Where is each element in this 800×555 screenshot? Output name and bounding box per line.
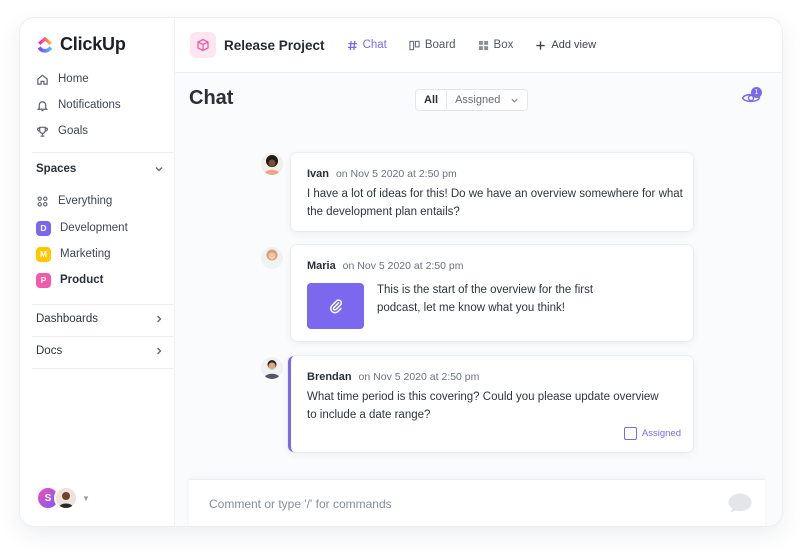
chat-bubble-icon[interactable] bbox=[727, 492, 753, 519]
sidebar-item-label: Goals bbox=[58, 125, 89, 137]
caret-down-icon: ▼ bbox=[82, 493, 90, 503]
sidebar-item-label: Development bbox=[60, 222, 128, 234]
divider bbox=[32, 304, 176, 305]
message-author: Brendan bbox=[307, 371, 352, 383]
sidebar: ClickUp Home Notifications Goals Spaces bbox=[20, 18, 176, 526]
project-title: Release Project bbox=[224, 37, 325, 53]
sidebar-item-label: Home bbox=[58, 73, 89, 85]
sidebar-item-goals[interactable]: Goals bbox=[36, 123, 88, 139]
filter-label: Assigned bbox=[455, 94, 501, 106]
checkbox-icon bbox=[623, 427, 637, 440]
tab-board[interactable]: Board bbox=[409, 39, 456, 51]
divider bbox=[32, 336, 176, 337]
person-icon bbox=[261, 247, 283, 269]
add-view-button[interactable]: Add view bbox=[535, 39, 596, 51]
attachment-thumbnail[interactable] bbox=[307, 283, 364, 329]
sidebar-item-label: Product bbox=[60, 274, 104, 286]
chevron-down-icon bbox=[155, 167, 163, 172]
chevron-down-icon bbox=[511, 98, 518, 103]
spaces-title: Spaces bbox=[36, 163, 77, 175]
sidebar-item-notifications[interactable]: Notifications bbox=[36, 97, 121, 113]
paperclip-icon bbox=[329, 299, 342, 314]
message-text: This is the start of the overview for th… bbox=[377, 284, 594, 314]
sidebar-item-label: Marketing bbox=[60, 248, 111, 260]
message-meta: Ivan on Nov 5 2020 at 2:50 pm bbox=[307, 168, 457, 180]
sidebar-item-label: Dashboards bbox=[36, 313, 99, 325]
plus-icon bbox=[536, 40, 545, 50]
space-badge: M bbox=[36, 246, 51, 262]
message-card[interactable]: Brendan on Nov 5 2020 at 2:50 pm What ti… bbox=[288, 356, 693, 452]
tab-label: Board bbox=[424, 39, 456, 51]
message-text: What time period is this covering? Could… bbox=[307, 391, 659, 421]
chevron-right-icon bbox=[157, 347, 162, 355]
tab-label: Chat bbox=[362, 39, 387, 51]
sidebar-item-everything[interactable]: Everything bbox=[36, 193, 112, 209]
message-time: on Nov 5 2020 at 2:50 pm bbox=[342, 260, 464, 272]
tab-box[interactable]: Box bbox=[478, 39, 514, 51]
message-card[interactable]: Maria on Nov 5 2020 at 2:50 pm This is t… bbox=[291, 245, 693, 341]
spaces-header[interactable]: Spaces bbox=[36, 163, 164, 175]
cube-icon bbox=[197, 38, 209, 52]
everything-icon bbox=[37, 195, 48, 207]
top-bar: Release Project Chat Board Box Add view bbox=[175, 18, 782, 73]
sidebar-item-dashboards[interactable]: Dashboards bbox=[36, 313, 164, 325]
watchers-button[interactable]: 1 bbox=[741, 87, 762, 110]
clickup-logo-icon bbox=[37, 36, 53, 53]
sidebar-item-product[interactable]: P Product bbox=[36, 272, 103, 288]
filter-assigned-dropdown[interactable]: Assigned bbox=[447, 90, 527, 110]
page-title: Chat bbox=[189, 87, 234, 109]
sidebar-item-docs[interactable]: Docs bbox=[36, 345, 164, 357]
hash-icon bbox=[347, 40, 357, 50]
person-icon bbox=[261, 357, 283, 379]
sidebar-item-home[interactable]: Home bbox=[36, 71, 89, 87]
space-badge: P bbox=[36, 272, 51, 288]
comment-box bbox=[189, 479, 765, 526]
bell-icon bbox=[36, 100, 49, 111]
avatar bbox=[261, 357, 283, 379]
divider bbox=[32, 368, 176, 369]
watchers-count-badge: 1 bbox=[751, 87, 762, 98]
message-card[interactable]: Ivan on Nov 5 2020 at 2:50 pm I have a l… bbox=[291, 153, 693, 231]
filter-all[interactable]: All bbox=[416, 90, 448, 110]
grid-icon bbox=[478, 40, 488, 50]
chevron-right-icon bbox=[157, 315, 162, 323]
avatar-photo bbox=[54, 486, 78, 510]
app-window: ClickUp Home Notifications Goals Spaces bbox=[20, 18, 782, 526]
assigned-label: Assigned bbox=[641, 428, 681, 439]
sidebar-item-label: Docs bbox=[36, 345, 63, 357]
chat-panel: Chat All Assigned 1 Ivan on Nov 5 2020 a… bbox=[175, 73, 782, 526]
person-icon bbox=[56, 488, 76, 508]
tab-label: Box bbox=[493, 39, 514, 51]
sidebar-item-development[interactable]: D Development bbox=[36, 220, 128, 236]
board-icon bbox=[409, 40, 420, 50]
person-icon bbox=[261, 153, 283, 175]
avatar bbox=[261, 247, 283, 269]
comment-input[interactable] bbox=[209, 480, 689, 526]
tab-chat[interactable]: Chat bbox=[347, 39, 387, 51]
message-meta: Brendan on Nov 5 2020 at 2:50 pm bbox=[307, 371, 479, 383]
home-icon bbox=[37, 74, 48, 85]
logo[interactable]: ClickUp bbox=[36, 34, 126, 55]
project-icon bbox=[190, 32, 216, 58]
trophy-icon bbox=[37, 126, 48, 137]
message-author: Ivan bbox=[307, 168, 330, 180]
divider bbox=[32, 152, 176, 153]
message-text: I have a lot of ideas for this! Do we ha… bbox=[307, 188, 683, 218]
user-menu[interactable]: S ▼ bbox=[36, 486, 90, 510]
assigned-checkbox[interactable]: Assigned bbox=[623, 427, 681, 440]
sidebar-item-label: Notifications bbox=[58, 99, 121, 111]
sidebar-item-label: Everything bbox=[58, 195, 113, 207]
avatar bbox=[261, 153, 283, 175]
message-author: Maria bbox=[307, 260, 336, 272]
message-time: on Nov 5 2020 at 2:50 pm bbox=[335, 168, 457, 180]
tab-label: Add view bbox=[551, 39, 597, 51]
space-badge: D bbox=[36, 220, 51, 236]
message-meta: Maria on Nov 5 2020 at 2:50 pm bbox=[307, 260, 464, 272]
message-filter: All Assigned bbox=[415, 89, 529, 111]
logo-text: ClickUp bbox=[60, 34, 126, 54]
sidebar-item-marketing[interactable]: M Marketing bbox=[36, 246, 111, 262]
message-time: on Nov 5 2020 at 2:50 pm bbox=[358, 371, 480, 383]
